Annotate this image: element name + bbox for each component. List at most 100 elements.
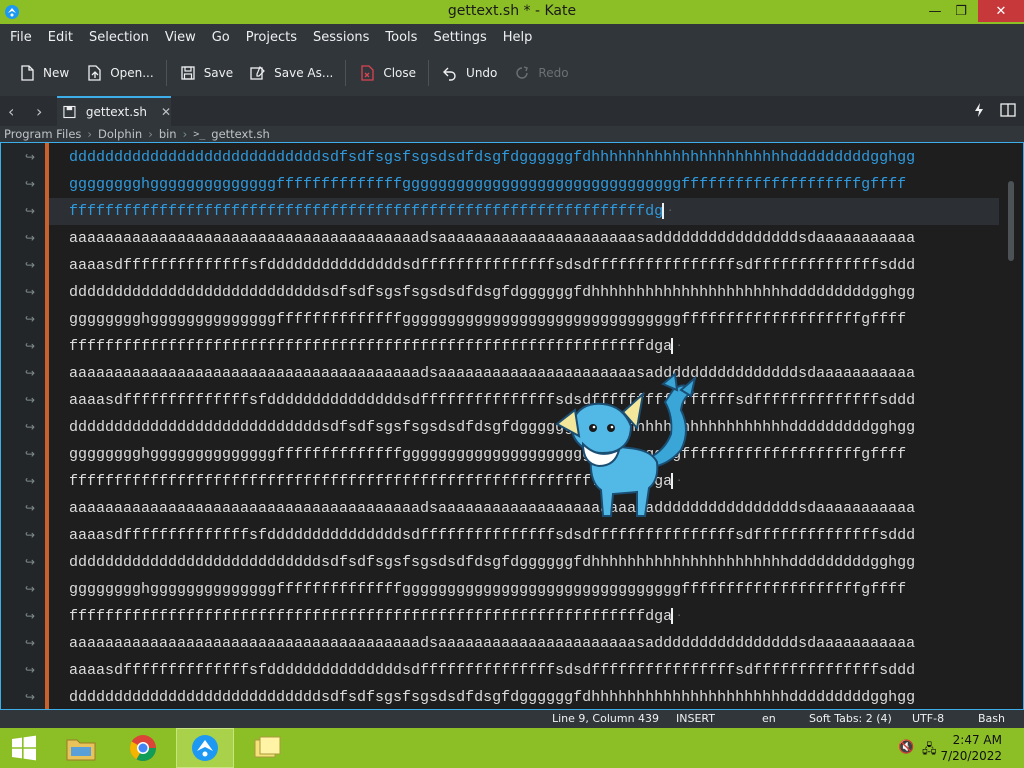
code-line-text: ffffffffffffffffffffffffffffffffffffffff…: [69, 608, 673, 625]
new-document-icon: [21, 65, 34, 81]
file-explorer-taskbar-button[interactable]: [52, 728, 110, 768]
code-line-text: gggggggghggggggggggggggffffffffffffffggg…: [69, 311, 907, 328]
toolbar-separator: [428, 60, 430, 86]
menu-bar: File Edit Selection View Go Projects Ses…: [0, 24, 1024, 50]
code-line[interactable]: aaaasdffffffffffffffsfdddddddddddddddsdf…: [49, 657, 999, 684]
menu-view[interactable]: View: [157, 30, 204, 45]
network-icon[interactable]: 🖧: [922, 740, 937, 762]
code-line[interactable]: gggggggghggggggggggggggffffffffffffffggg…: [49, 306, 999, 333]
minimize-button[interactable]: —: [922, 0, 948, 22]
save-label: Save: [203, 66, 234, 80]
editor-view[interactable]: ↪ ↪ ↪ ↪ ↪ ↪ ↪ ↪ ↪ ↪ ↪ ↪ ↪ ↪ ↪ ↪ ↪ ↪ ↪ ↪ ↪ dddddddddddddddddd…: [0, 142, 1024, 710]
close-window-button[interactable]: ✕: [978, 0, 1024, 22]
start-button[interactable]: [0, 728, 48, 768]
previous-tab-icon[interactable]: ‹: [8, 102, 24, 121]
save-as-button[interactable]: Save As...: [241, 58, 341, 88]
tab-close-icon[interactable]: ✕: [161, 105, 171, 119]
code-line[interactable]: aaaasdffffffffffffffsfdddddddddddddddsdf…: [49, 252, 999, 279]
code-line[interactable]: ddddddddddddddddddddddddddddsdfsdfsgsfsg…: [49, 684, 999, 709]
dynamic-wrap-icon: ↪: [25, 555, 36, 569]
spell-language-status[interactable]: en: [762, 712, 776, 725]
dynamic-wrap-icon: ↪: [25, 690, 36, 704]
redo-label: Redo: [538, 66, 569, 80]
code-line[interactable]: ffffffffffffffffffffffffffffffffffffffff…: [49, 603, 999, 630]
dynamic-wrap-icon: ↪: [25, 150, 36, 164]
code-line[interactable]: aaaaaaaaaaaaaaaaaaaaaaaaaaaaaaaaaaaaaaad…: [49, 360, 999, 387]
menu-help[interactable]: Help: [495, 30, 541, 45]
window-title: gettext.sh * - Kate: [447, 3, 577, 19]
code-line[interactable]: ffffffffffffffffffffffffffffffffffffffff…: [49, 468, 999, 495]
menu-tools[interactable]: Tools: [377, 30, 425, 45]
folder-icon: [66, 739, 96, 761]
sticky-notes-icon: [254, 736, 281, 758]
code-line[interactable]: gggggggghggggggggggggggffffffffffffffggg…: [49, 171, 999, 198]
open-button[interactable]: Open...: [77, 58, 162, 88]
undo-icon: [443, 67, 456, 81]
editor-scrollbar[interactable]: [999, 143, 1023, 709]
speaker-muted-icon[interactable]: 🔇: [898, 740, 914, 755]
kate-taskbar-button[interactable]: [176, 728, 234, 768]
open-document-icon: [88, 65, 101, 81]
toolbar-separator: [165, 60, 167, 86]
tab-gettext-sh[interactable]: gettext.sh ✕: [57, 96, 171, 126]
menu-go[interactable]: Go: [204, 30, 238, 45]
code-line[interactable]: ffffffffffffffffffffffffffffffffffffffff…: [49, 333, 999, 360]
dynamic-wrap-icon: ↪: [25, 258, 36, 272]
breadcrumb-item-file[interactable]: gettext.sh: [211, 127, 270, 141]
code-line[interactable]: aaaaaaaaaaaaaaaaaaaaaaaaaaaaaaaaaaaaaaad…: [49, 495, 999, 522]
dynamic-wrap-icon: ↪: [25, 582, 36, 596]
menu-selection[interactable]: Selection: [81, 30, 157, 45]
menu-file[interactable]: File: [2, 30, 40, 45]
undo-button[interactable]: Undo: [433, 58, 505, 88]
breadcrumb-item-program-files[interactable]: Program Files: [4, 127, 81, 141]
code-area[interactable]: ddddddddddddddddddddddddddddsdfsdfsgsfsg…: [49, 143, 999, 709]
menu-projects[interactable]: Projects: [238, 30, 305, 45]
menu-sessions[interactable]: Sessions: [305, 30, 377, 45]
cursor-position-status[interactable]: Line 9, Column 439: [552, 712, 659, 725]
code-line[interactable]: gggggggghggggggggggggggffffffffffffffggg…: [49, 441, 999, 468]
code-line[interactable]: ddddddddddddddddddddddddddddsdfsdfsgsfsg…: [49, 144, 999, 171]
code-line[interactable]: gggggggghggggggggggggggffffffffffffffggg…: [49, 576, 999, 603]
code-line[interactable]: aaaaaaaaaaaaaaaaaaaaaaaaaaaaaaaaaaaaaaad…: [49, 630, 999, 657]
code-line[interactable]: ffffffffffffffffffffffffffffffffffffffff…: [49, 198, 999, 225]
chrome-taskbar-button[interactable]: [114, 728, 172, 768]
breadcrumb-item-dolphin[interactable]: Dolphin: [98, 127, 142, 141]
close-document-button[interactable]: Close: [350, 58, 424, 88]
trailing-space-marker: ·: [676, 611, 683, 622]
chrome-icon: [129, 735, 157, 762]
indentation-status[interactable]: Soft Tabs: 2 (4): [809, 712, 892, 725]
syntax-mode-status[interactable]: Bash: [978, 712, 1005, 725]
creature-sticker-image: [555, 372, 697, 517]
code-line-text: ddddddddddddddddddddddddddddsdfsdfsgsfsg…: [69, 284, 916, 301]
restore-button[interactable]: ❐: [948, 0, 974, 22]
new-button[interactable]: New: [10, 58, 77, 88]
code-line-text: aaaasdffffffffffffffsfdddddddddddddddsdf…: [69, 257, 916, 274]
code-line[interactable]: ddddddddddddddddddddddddddddsdfsdfsgsfsg…: [49, 549, 999, 576]
close-document-icon: [361, 65, 374, 81]
input-mode-status[interactable]: INSERT: [676, 712, 715, 725]
text-cursor: [662, 203, 665, 220]
code-line-text: gggggggghggggggggggggggffffffffffffffggg…: [69, 446, 907, 463]
redo-icon: [516, 66, 529, 79]
code-line[interactable]: ddddddddddddddddddddddddddddsdfsdfsgsfsg…: [49, 414, 999, 441]
save-icon: [181, 66, 195, 80]
notes-taskbar-button[interactable]: [238, 728, 296, 768]
split-view-icon[interactable]: [1000, 102, 1016, 118]
encoding-status[interactable]: UTF-8: [912, 712, 944, 725]
menu-edit[interactable]: Edit: [40, 30, 81, 45]
breadcrumb-separator-icon: ›: [87, 127, 93, 141]
menu-settings[interactable]: Settings: [425, 30, 494, 45]
dynamic-wrap-icon: ↪: [25, 285, 36, 299]
scrollbar-thumb[interactable]: [1008, 181, 1014, 261]
quick-open-icon[interactable]: [972, 102, 986, 118]
breadcrumb-item-bin[interactable]: bin: [159, 127, 177, 141]
breadcrumb-separator-icon: ›: [182, 127, 188, 141]
code-line[interactable]: aaaasdffffffffffffffsfdddddddddddddddsdf…: [49, 387, 999, 414]
system-clock[interactable]: 2:47 AM 7/20/2022: [940, 732, 1002, 764]
code-line[interactable]: ddddddddddddddddddddddddddddsdfsdfsgsfsg…: [49, 279, 999, 306]
code-line[interactable]: aaaasdffffffffffffffsfdddddddddddddddsdf…: [49, 522, 999, 549]
code-line[interactable]: aaaaaaaaaaaaaaaaaaaaaaaaaaaaaaaaaaaaaaad…: [49, 225, 999, 252]
redo-button[interactable]: Redo: [505, 58, 576, 88]
save-button[interactable]: Save: [171, 58, 241, 88]
next-tab-icon[interactable]: ›: [36, 102, 52, 121]
